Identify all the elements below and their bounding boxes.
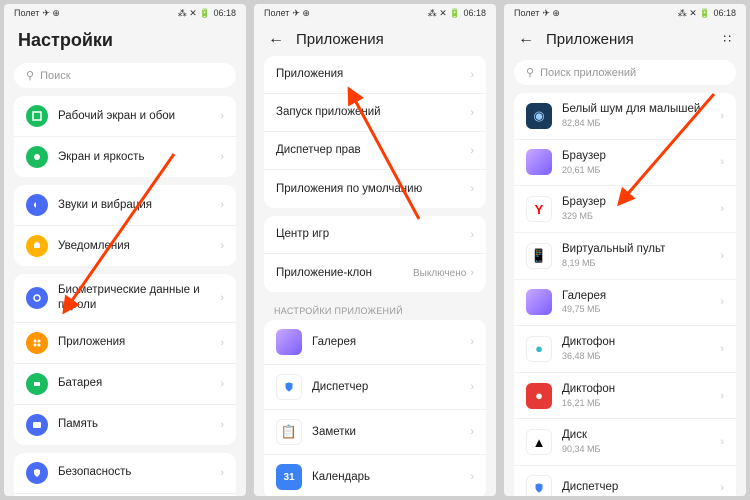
row-storage[interactable]: Память›: [14, 405, 236, 445]
row-default-apps[interactable]: Приложения по умолчанию›: [264, 170, 486, 208]
search-icon: ⚲: [26, 69, 34, 82]
row-game-center[interactable]: Центр игр›: [264, 216, 486, 254]
section-header: НАСТРОЙКИ ПРИЛОЖЕНИЙ: [254, 300, 496, 320]
row-app-launch[interactable]: Запуск приложений›: [264, 94, 486, 132]
app-row[interactable]: ●Диктофон36,48 МБ›: [514, 326, 736, 373]
app-row[interactable]: Браузер20,61 МБ›: [514, 140, 736, 187]
statusbar: Полет✈ ⊕ ⁂ ✕ 🔋06:18: [4, 4, 246, 22]
back-button[interactable]: ←: [268, 30, 284, 48]
row-permissions[interactable]: Диспетчер прав›: [264, 132, 486, 170]
row-wallpaper[interactable]: Рабочий экран и обои›: [14, 96, 236, 137]
header: Настройки: [4, 22, 246, 59]
screen-settings: Полет✈ ⊕ ⁂ ✕ 🔋06:18 Настройки ⚲ Поиск Ра…: [4, 4, 246, 496]
screen-apps-menu: Полет✈ ⊕ ⁂ ✕ 🔋06:18 ← Приложения Приложе…: [254, 4, 496, 496]
row-privacy[interactable]: Конфиденциальность›: [14, 494, 236, 496]
app-row[interactable]: Диспетчер›: [514, 466, 736, 496]
row-sounds[interactable]: Звуки и вибрация›: [14, 185, 236, 226]
row-security[interactable]: Безопасность›: [14, 453, 236, 494]
app-row-yandex[interactable]: YБраузер329 МБ›: [514, 186, 736, 233]
app-row[interactable]: ●Диктофон16,21 МБ›: [514, 373, 736, 420]
page-title: Настройки: [18, 30, 113, 51]
menu-button[interactable]: ∷: [723, 32, 732, 46]
row-apps[interactable]: Приложения›: [264, 56, 486, 94]
back-button[interactable]: ←: [518, 30, 534, 48]
row-display[interactable]: Экран и яркость›: [14, 137, 236, 177]
app-row[interactable]: Галерея49,75 МБ›: [514, 280, 736, 327]
statusbar: Полет✈ ⊕ ⁂ ✕ 🔋06:18: [254, 4, 496, 22]
chevron-icon: ›: [220, 110, 224, 122]
search-icon: ⚲: [526, 66, 534, 79]
page-title: Приложения: [546, 31, 634, 48]
app-row[interactable]: 📱Виртуальный пульт8,19 МБ›: [514, 233, 736, 280]
search-input[interactable]: ⚲ Поиск: [14, 63, 236, 88]
search-input[interactable]: ⚲ Поиск приложений: [514, 60, 736, 85]
app-row[interactable]: ▲Диск90,34 МБ›: [514, 419, 736, 466]
statusbar: Полет✈ ⊕ ⁂ ✕ 🔋06:18: [504, 4, 746, 22]
screen-app-list: Полет✈ ⊕ ⁂ ✕ 🔋06:18 ← Приложения ∷ ⚲ Пои…: [504, 4, 746, 496]
row-biometrics[interactable]: Биометрические данные и пароли›: [14, 274, 236, 323]
app-calendar[interactable]: 31Календарь›: [264, 455, 486, 496]
app-manager[interactable]: Диспетчер›: [264, 365, 486, 410]
row-notifications[interactable]: Уведомления›: [14, 226, 236, 266]
page-title: Приложения: [296, 31, 384, 48]
app-gallery[interactable]: Галерея›: [264, 320, 486, 365]
row-apps[interactable]: Приложения›: [14, 323, 236, 364]
row-battery[interactable]: Батарея›: [14, 364, 236, 405]
app-row[interactable]: ◉Белый шум для малышей82,84 МБ›: [514, 93, 736, 140]
row-app-clone[interactable]: Приложение-клонВыключено›: [264, 254, 486, 292]
app-notes[interactable]: 📋Заметки›: [264, 410, 486, 455]
